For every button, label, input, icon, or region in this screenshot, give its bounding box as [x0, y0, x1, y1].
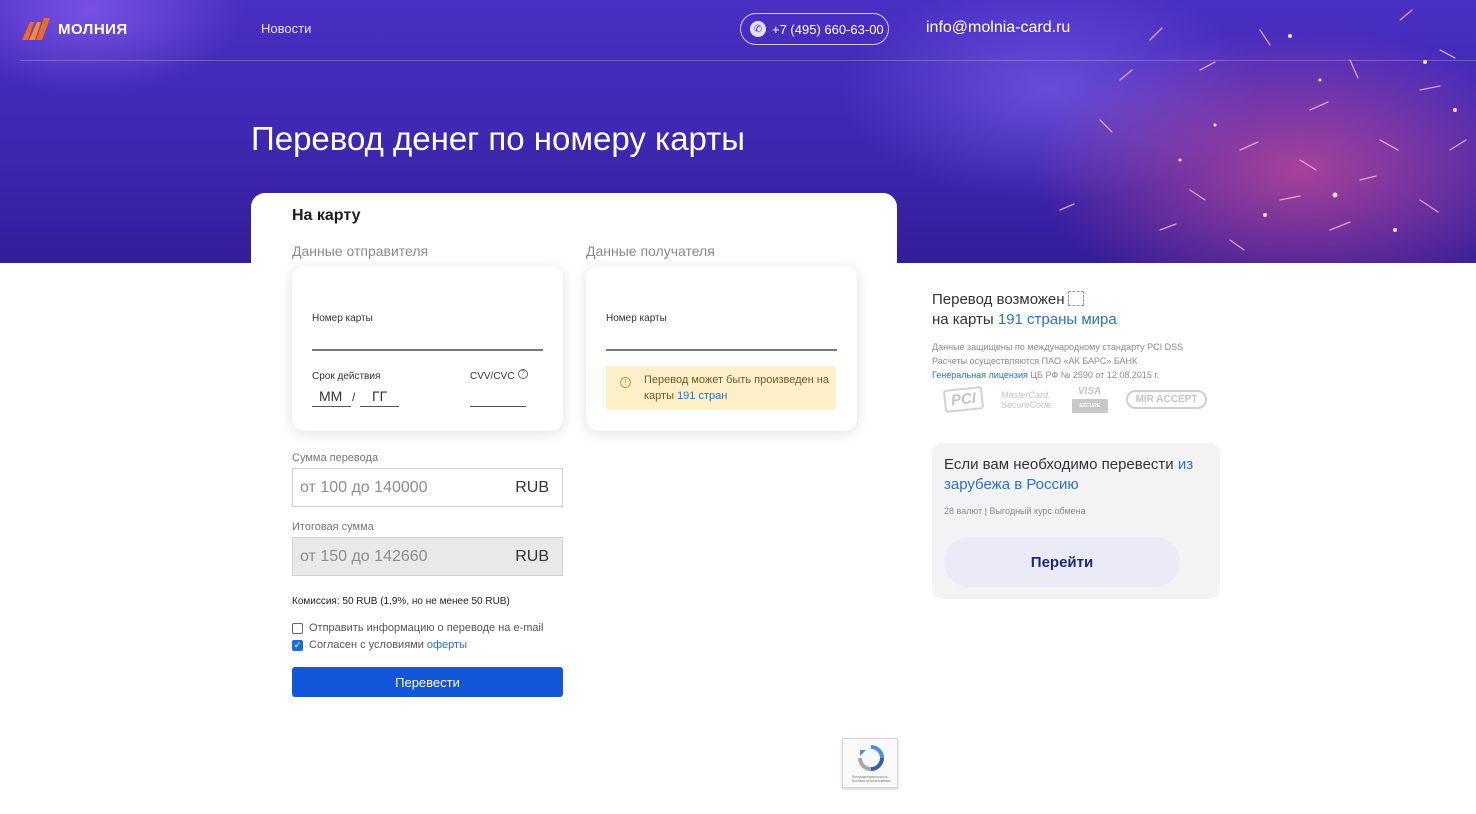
cvv-label: CVV/CVC	[470, 371, 515, 382]
phone-icon: ✆	[750, 21, 766, 37]
amount-label: Сумма перевода	[292, 452, 379, 464]
side-title-prefix: на карты	[932, 311, 998, 328]
visa-secure-bar: SECURE	[1071, 399, 1108, 413]
lightning-logo-icon	[22, 18, 50, 40]
recipient-section-label: Данные получателя	[586, 243, 715, 259]
mastercard-line1: MasterCard.	[1001, 389, 1051, 400]
logo-text: МОЛНИЯ	[58, 20, 128, 38]
info-icon: !	[620, 377, 631, 388]
mastercard-securecode-icon: MasterCard. SecureCode.	[1001, 390, 1054, 410]
logo[interactable]: МОЛНИЯ	[22, 17, 128, 41]
verified-by-visa-icon: VISA SECURE	[1071, 386, 1108, 413]
expiry-label: Срок действия	[312, 371, 381, 382]
total-placeholder: от 150 до 142660	[300, 547, 428, 565]
form-heading: На карту	[292, 207, 361, 224]
sender-section-label: Данные отправителя	[292, 243, 429, 259]
email-checkbox-label: Отправить информацию о переводе на e-mai…	[309, 622, 544, 634]
abroad-subtitle: 28 валют | Выгодный курс обмена	[944, 506, 1086, 516]
security-line-bank: Расчеты осуществляются ПАО «АК БАРС» БАН…	[932, 356, 1138, 366]
phone-button[interactable]: ✆ +7 (495) 660-63-00	[740, 13, 889, 45]
nav-news-link[interactable]: Новости	[261, 21, 311, 36]
amount-input[interactable]: от 100 до 140000 RUB	[292, 468, 563, 507]
recipient-panel: Номер карты ! Перевод может быть произве…	[586, 266, 857, 431]
commission-text: Комиссия: 50 RUB (1,9%, но не менее 50 R…	[292, 596, 510, 607]
go-abroad-button[interactable]: Перейти	[944, 537, 1180, 587]
transfer-form-card: На карту Данные отправителя Данные получ…	[251, 193, 897, 723]
expiry-month-placeholder: ММ	[319, 388, 343, 404]
recaptcha-icon	[858, 745, 884, 771]
recipient-card-number-label: Номер карты	[606, 313, 667, 324]
email-link[interactable]: info@molnia-card.ru	[926, 19, 1070, 37]
terms-checkbox[interactable]: ✓	[292, 639, 303, 651]
expiry-month-input[interactable]	[312, 406, 351, 407]
expiry-year-input[interactable]	[360, 406, 399, 407]
sender-card-number-label: Номер карты	[312, 313, 373, 324]
terms-checkbox-label: Согласен с условиями	[309, 639, 424, 651]
abroad-title: Если вам необходимо перевести из зарубеж…	[944, 455, 1214, 495]
cvv-help-icon[interactable]: ?	[518, 369, 528, 379]
email-checkbox[interactable]	[292, 622, 303, 634]
sender-panel: Номер карты Срок действия ММ / ГГ CVV/CV…	[292, 266, 563, 431]
expiry-year-placeholder: ГГ	[372, 388, 388, 404]
total-label: Итоговая сумма	[292, 521, 374, 533]
recaptcha-badge[interactable]: Конфиденциальность - Условия использован…	[842, 738, 898, 788]
pci-badge-icon: PCI	[942, 386, 985, 413]
notice-countries-link[interactable]: 191 стран	[677, 390, 727, 402]
terms-offer-link[interactable]: оферты	[427, 639, 467, 651]
visa-text: VISA	[1077, 386, 1102, 397]
email-checkbox-row[interactable]: Отправить информацию о переводе на e-mai…	[292, 622, 543, 634]
payment-badges: PCI MasterCard. SecureCode. VISA SECURE …	[942, 386, 1208, 413]
qr-code-icon	[1067, 291, 1084, 306]
abroad-transfer-card: Если вам необходимо перевести из зарубеж…	[932, 443, 1220, 599]
phone-number: +7 (495) 660-63-00	[772, 21, 884, 37]
security-line-pci: Данные защищены по международному станда…	[932, 342, 1184, 352]
mir-accept-icon: MIR ACCEPT	[1125, 390, 1208, 409]
security-info: Данные защищены по международному станда…	[932, 340, 1183, 382]
sender-card-number-input[interactable]	[312, 349, 543, 351]
amount-currency: RUB	[515, 478, 549, 496]
side-countries-title: Перевод возможен на карты 191 страны мир…	[932, 290, 1117, 330]
countries-link[interactable]: 191 страны мира	[998, 311, 1117, 328]
notice-text: Перевод может быть произведен на карты	[644, 374, 829, 402]
header-divider	[20, 60, 1476, 61]
license-link[interactable]: Генеральная лицензия	[932, 370, 1028, 380]
expiry-separator: /	[352, 390, 356, 404]
total-currency: RUB	[515, 547, 549, 565]
amount-placeholder: от 100 до 140000	[300, 478, 428, 496]
abroad-title-prefix: Если вам необходимо перевести	[944, 456, 1178, 473]
recaptcha-privacy-text: Конфиденциальность - Условия использован…	[851, 775, 891, 783]
submit-transfer-button[interactable]: Перевести	[292, 667, 563, 697]
side-title-line1: Перевод возможен	[932, 291, 1065, 308]
page-title: Перевод денег по номеру карты	[251, 120, 746, 157]
cvv-input[interactable]	[470, 406, 526, 407]
mastercard-line2: SecureCode.	[1001, 399, 1054, 410]
license-rest: ЦБ РФ № 2590 от 12.08.2015 г.	[1027, 370, 1160, 380]
total-field: от 150 до 142660 RUB	[292, 537, 563, 576]
recipient-card-number-input[interactable]	[606, 349, 837, 351]
terms-checkbox-row[interactable]: ✓ Согласен с условиями оферты	[292, 639, 467, 651]
countries-notice: ! Перевод может быть произведен на карты…	[606, 366, 836, 410]
